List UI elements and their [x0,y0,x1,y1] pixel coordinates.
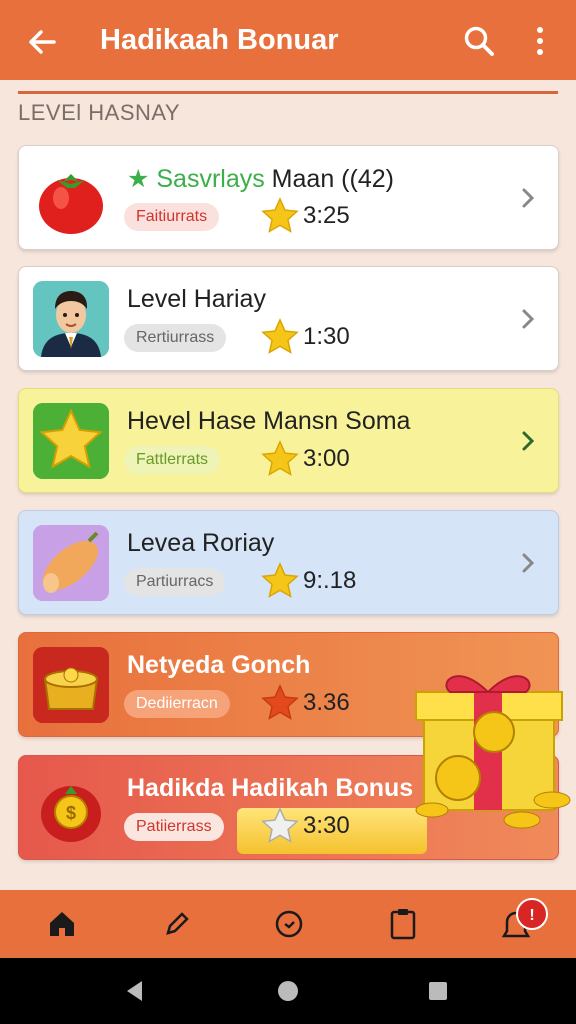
system-nav-bar [0,958,576,1024]
edit-icon [166,912,189,935]
back-button[interactable] [22,22,62,62]
sweet-potato-icon [33,525,109,601]
status-badge: Partiurracs [124,568,226,596]
nav-home[interactable] [40,902,84,946]
score: 3:30 [303,812,350,839]
nav-clock[interactable] [267,902,311,946]
page-title: Hadikaah Bonuar [100,24,339,56]
card-title: Netyeda Gonch [127,651,311,679]
score: 3:25 [303,202,350,229]
level-card[interactable]: Levea Roriay Partiurracs 9:.18 [18,510,559,615]
clock-icon [275,910,303,938]
divider [18,91,558,94]
star-icon [261,197,299,233]
card-title: ★ Sasvrlays Maan ((42) [127,165,394,193]
card-title: Levea Roriay [127,529,275,557]
status-badge: Fattlerrats [124,446,221,474]
star-badge-icon [33,403,109,479]
more-menu-button[interactable] [522,20,558,62]
clipboard-icon [390,909,416,940]
card-title: Hevel Hase Mansn Soma [127,407,411,435]
star-icon [261,440,299,476]
home-circle-icon[interactable] [275,978,301,1004]
level-card[interactable]: Hevel Hase Mansn Soma Fattlerrats 3:00 [18,388,559,493]
arrow-left-icon [29,30,56,54]
score: 9:.18 [303,567,357,594]
gift-box-icon [415,675,571,829]
recents-square-icon[interactable] [425,978,451,1004]
bottom-nav [0,890,576,958]
status-badge: Rertiurrass [124,324,227,352]
chevron-right-icon [522,188,535,208]
home-icon [50,912,74,936]
nav-clipboard[interactable] [381,902,425,946]
card-title: Level Hariay [127,285,266,313]
chevron-right-icon [522,431,535,451]
star-icon [261,318,299,354]
star-icon [261,562,299,598]
tomato-icon [33,160,109,236]
search-icon [464,26,494,56]
app-bar: Hadikaah Bonuar [0,0,576,80]
nav-edit[interactable] [155,902,199,946]
avatar-man-icon [33,281,109,357]
score: 3.36 [303,689,350,716]
notification-badge: ! [516,898,548,930]
status-badge: Patiierrass [124,813,224,841]
gold-pot-icon [33,647,109,723]
svg-text:$: $ [66,803,76,823]
more-vert-icon [537,27,543,55]
chevron-right-icon [522,553,535,573]
status-badge: Faitiurrats [124,203,220,231]
coin-apple-icon: $ [33,770,109,846]
chevron-right-icon [522,309,535,329]
search-button[interactable] [458,20,500,62]
score: 3:00 [303,445,350,472]
section-title: LEVEl HASNAY [18,100,181,125]
star-icon [261,807,299,843]
star-icon [261,684,299,720]
level-card[interactable]: Level Hariay Rertiurrass 1:30 [18,266,559,371]
status-badge: Dediierracn [124,690,230,718]
card-title: Hadikda Hadikah Bonus [127,774,414,802]
score: 1:30 [303,323,350,350]
level-card[interactable]: ★ Sasvrlays Maan ((42) Faitiurrats 3:25 [18,145,559,250]
back-triangle-icon[interactable] [122,978,148,1004]
